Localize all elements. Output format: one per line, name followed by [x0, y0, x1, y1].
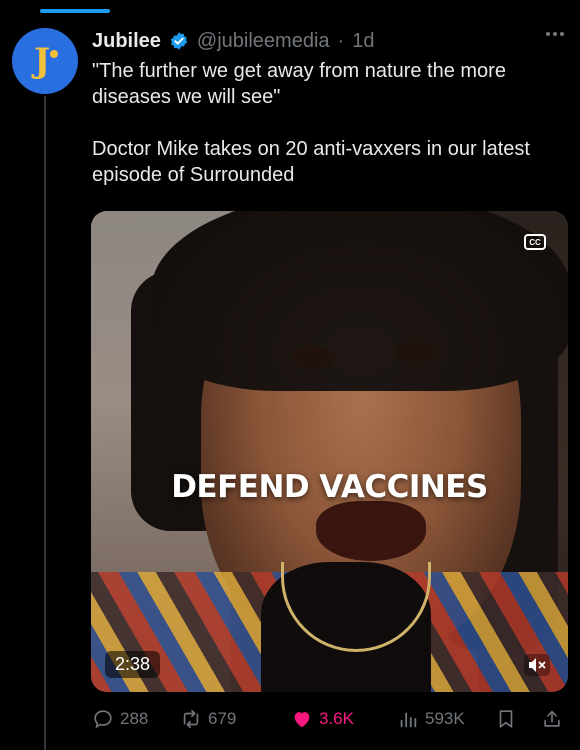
repost-button[interactable]: 679	[180, 708, 236, 730]
thread-line	[44, 96, 46, 750]
views-icon	[400, 712, 417, 728]
views-count: 593K	[425, 709, 465, 728]
views-button[interactable]: 593K	[397, 708, 465, 730]
tweet-header: Jubilee @jubileemedia · 1d	[92, 28, 374, 54]
reply-count: 288	[120, 709, 149, 728]
author-handle[interactable]: @jubileemedia	[197, 28, 330, 54]
verified-badge-icon	[170, 32, 188, 50]
avatar[interactable]: J	[12, 28, 78, 94]
share-icon	[544, 710, 560, 727]
tweet-text: "The further we get away from nature the…	[92, 58, 562, 188]
like-button[interactable]: 3.6K	[291, 708, 354, 730]
like-icon	[294, 712, 310, 728]
share-button[interactable]	[541, 708, 563, 730]
video-player[interactable]: DEFEND VACCINES CC 2:38	[91, 211, 568, 692]
bookmark-icon	[499, 710, 513, 728]
video-eye-left	[291, 346, 335, 368]
avatar-dot	[50, 50, 58, 58]
reply-icon	[94, 710, 112, 729]
timestamp[interactable]: 1d	[352, 28, 374, 54]
video-duration: 2:38	[105, 651, 161, 678]
action-bar: 288 679 3.6K 593K	[92, 705, 570, 733]
mute-icon[interactable]	[524, 654, 550, 676]
video-mouth	[316, 501, 426, 561]
repost-count: 679	[208, 709, 237, 728]
like-count: 3.6K	[319, 709, 354, 728]
video-eye-right	[394, 341, 438, 363]
video-hair-top	[151, 211, 568, 391]
separator: ·	[337, 30, 345, 52]
author-name[interactable]: Jubilee	[92, 28, 161, 54]
tab-indicator	[40, 9, 110, 13]
cc-icon[interactable]: CC	[524, 234, 546, 250]
repost-icon	[183, 709, 199, 729]
avatar-glyph: J	[33, 41, 51, 81]
reply-button[interactable]: 288	[92, 708, 148, 730]
tweet-line-2: Doctor Mike takes on 20 anti-vaxxers in …	[92, 138, 530, 186]
more-icon[interactable]	[546, 32, 564, 36]
tweet-line-1: "The further we get away from nature the…	[92, 60, 506, 108]
video-caption: DEFEND VACCINES	[171, 469, 488, 505]
bookmark-button[interactable]	[495, 708, 517, 730]
